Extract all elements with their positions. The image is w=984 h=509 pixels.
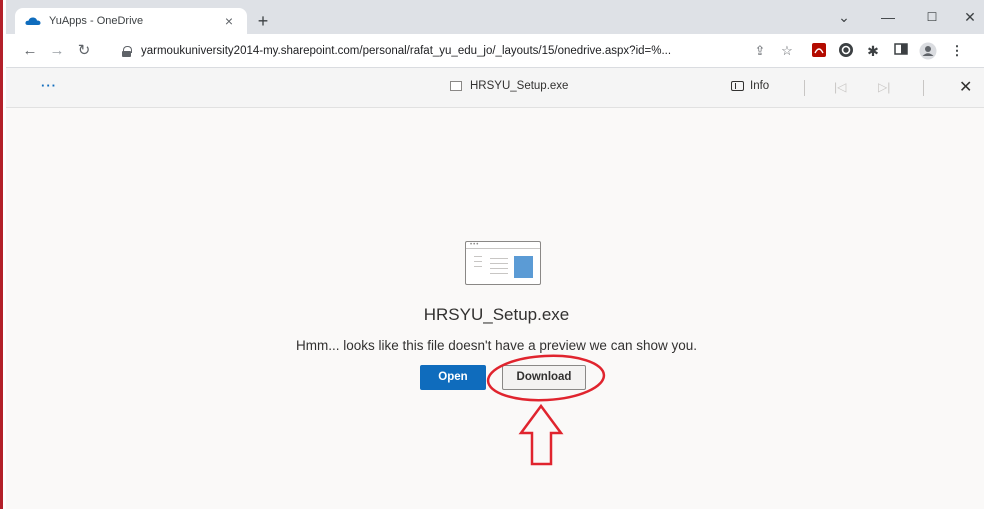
viewer-file-title: HRSYU_Setup.exe: [450, 80, 568, 92]
previous-file-icon[interactable]: |◁: [834, 80, 846, 94]
info-pane-icon: [731, 81, 744, 91]
file-name-heading: HRSYU_Setup.exe: [423, 305, 570, 324]
reload-icon[interactable]: ↻: [74, 41, 94, 61]
download-button[interactable]: Download: [502, 365, 586, 390]
new-tab-button[interactable]: +: [253, 11, 273, 31]
address-bar[interactable]: yarmoukuniversity2014-my.sharepoint.com/…: [102, 39, 802, 63]
preview-icon-line: [490, 273, 508, 274]
preview-icon-block: [514, 256, 533, 278]
tab-search-icon[interactable]: ⌄: [826, 6, 862, 28]
browser-toolbar: ← → ↻ yarmoukuniversity2014-my.sharepoin…: [6, 34, 984, 68]
tab-close-icon[interactable]: ×: [221, 13, 237, 29]
more-options-button[interactable]: ···: [41, 78, 57, 93]
forward-icon[interactable]: →: [47, 41, 67, 61]
open-button[interactable]: Open: [420, 365, 486, 390]
tab-onedrive[interactable]: YuApps - OneDrive ×: [15, 8, 247, 34]
viewer-file-title-text: HRSYU_Setup.exe: [470, 80, 569, 92]
viewer-close-icon[interactable]: ✕: [959, 77, 972, 97]
info-label: Info: [750, 80, 770, 92]
minimize-icon[interactable]: —: [870, 6, 906, 28]
preview-icon-line: [490, 263, 508, 264]
divider: [804, 80, 805, 96]
maximize-icon[interactable]: ☐: [914, 6, 950, 28]
browser-menu-icon[interactable]: ⋮: [948, 42, 966, 60]
divider: [923, 80, 924, 96]
window-close-icon[interactable]: ✕: [952, 6, 984, 28]
preview-icon-line: [490, 268, 508, 269]
share-icon[interactable]: ⇪: [751, 42, 769, 60]
url-text: yarmoukuniversity2014-my.sharepoint.com/…: [141, 45, 672, 57]
tab-title: YuApps - OneDrive: [49, 15, 144, 27]
lock-icon[interactable]: [122, 45, 132, 57]
preview-icon-line: [474, 266, 482, 267]
grammarly-extension-icon[interactable]: [837, 42, 855, 60]
next-file-icon[interactable]: ▷|: [878, 80, 890, 94]
preview-icon-line: [474, 261, 482, 262]
side-panel-icon[interactable]: [892, 42, 910, 60]
window-frame: YuApps - OneDrive × + ⌄ — ☐ ✕ ← → ↻ yarm…: [0, 0, 984, 509]
file-preview-icon: •••: [465, 241, 541, 285]
profile-icon[interactable]: [919, 42, 937, 60]
back-icon[interactable]: ←: [20, 41, 40, 61]
file-type-icon: [450, 81, 462, 91]
preview-icon-line: [490, 258, 508, 259]
preview-icon-line: [474, 256, 482, 257]
onedrive-cloud-icon: [25, 17, 41, 25]
preview-area: ••• HRSYU_Setup.exe Hmm... looks like th…: [6, 108, 984, 509]
preview-icon-titlebar: •••: [466, 242, 540, 249]
viewer-header: ··· HRSYU_Setup.exe Info |◁ ▷| ✕: [6, 68, 984, 108]
info-button[interactable]: Info: [731, 80, 769, 92]
extensions-puzzle-icon[interactable]: ✱: [864, 42, 882, 60]
pdf-extension-icon[interactable]: [810, 42, 828, 60]
bookmark-star-icon[interactable]: ☆: [778, 42, 796, 60]
tab-strip: YuApps - OneDrive × + ⌄ — ☐ ✕: [6, 0, 984, 34]
no-preview-message: Hmm... looks like this file doesn't have…: [295, 338, 697, 353]
